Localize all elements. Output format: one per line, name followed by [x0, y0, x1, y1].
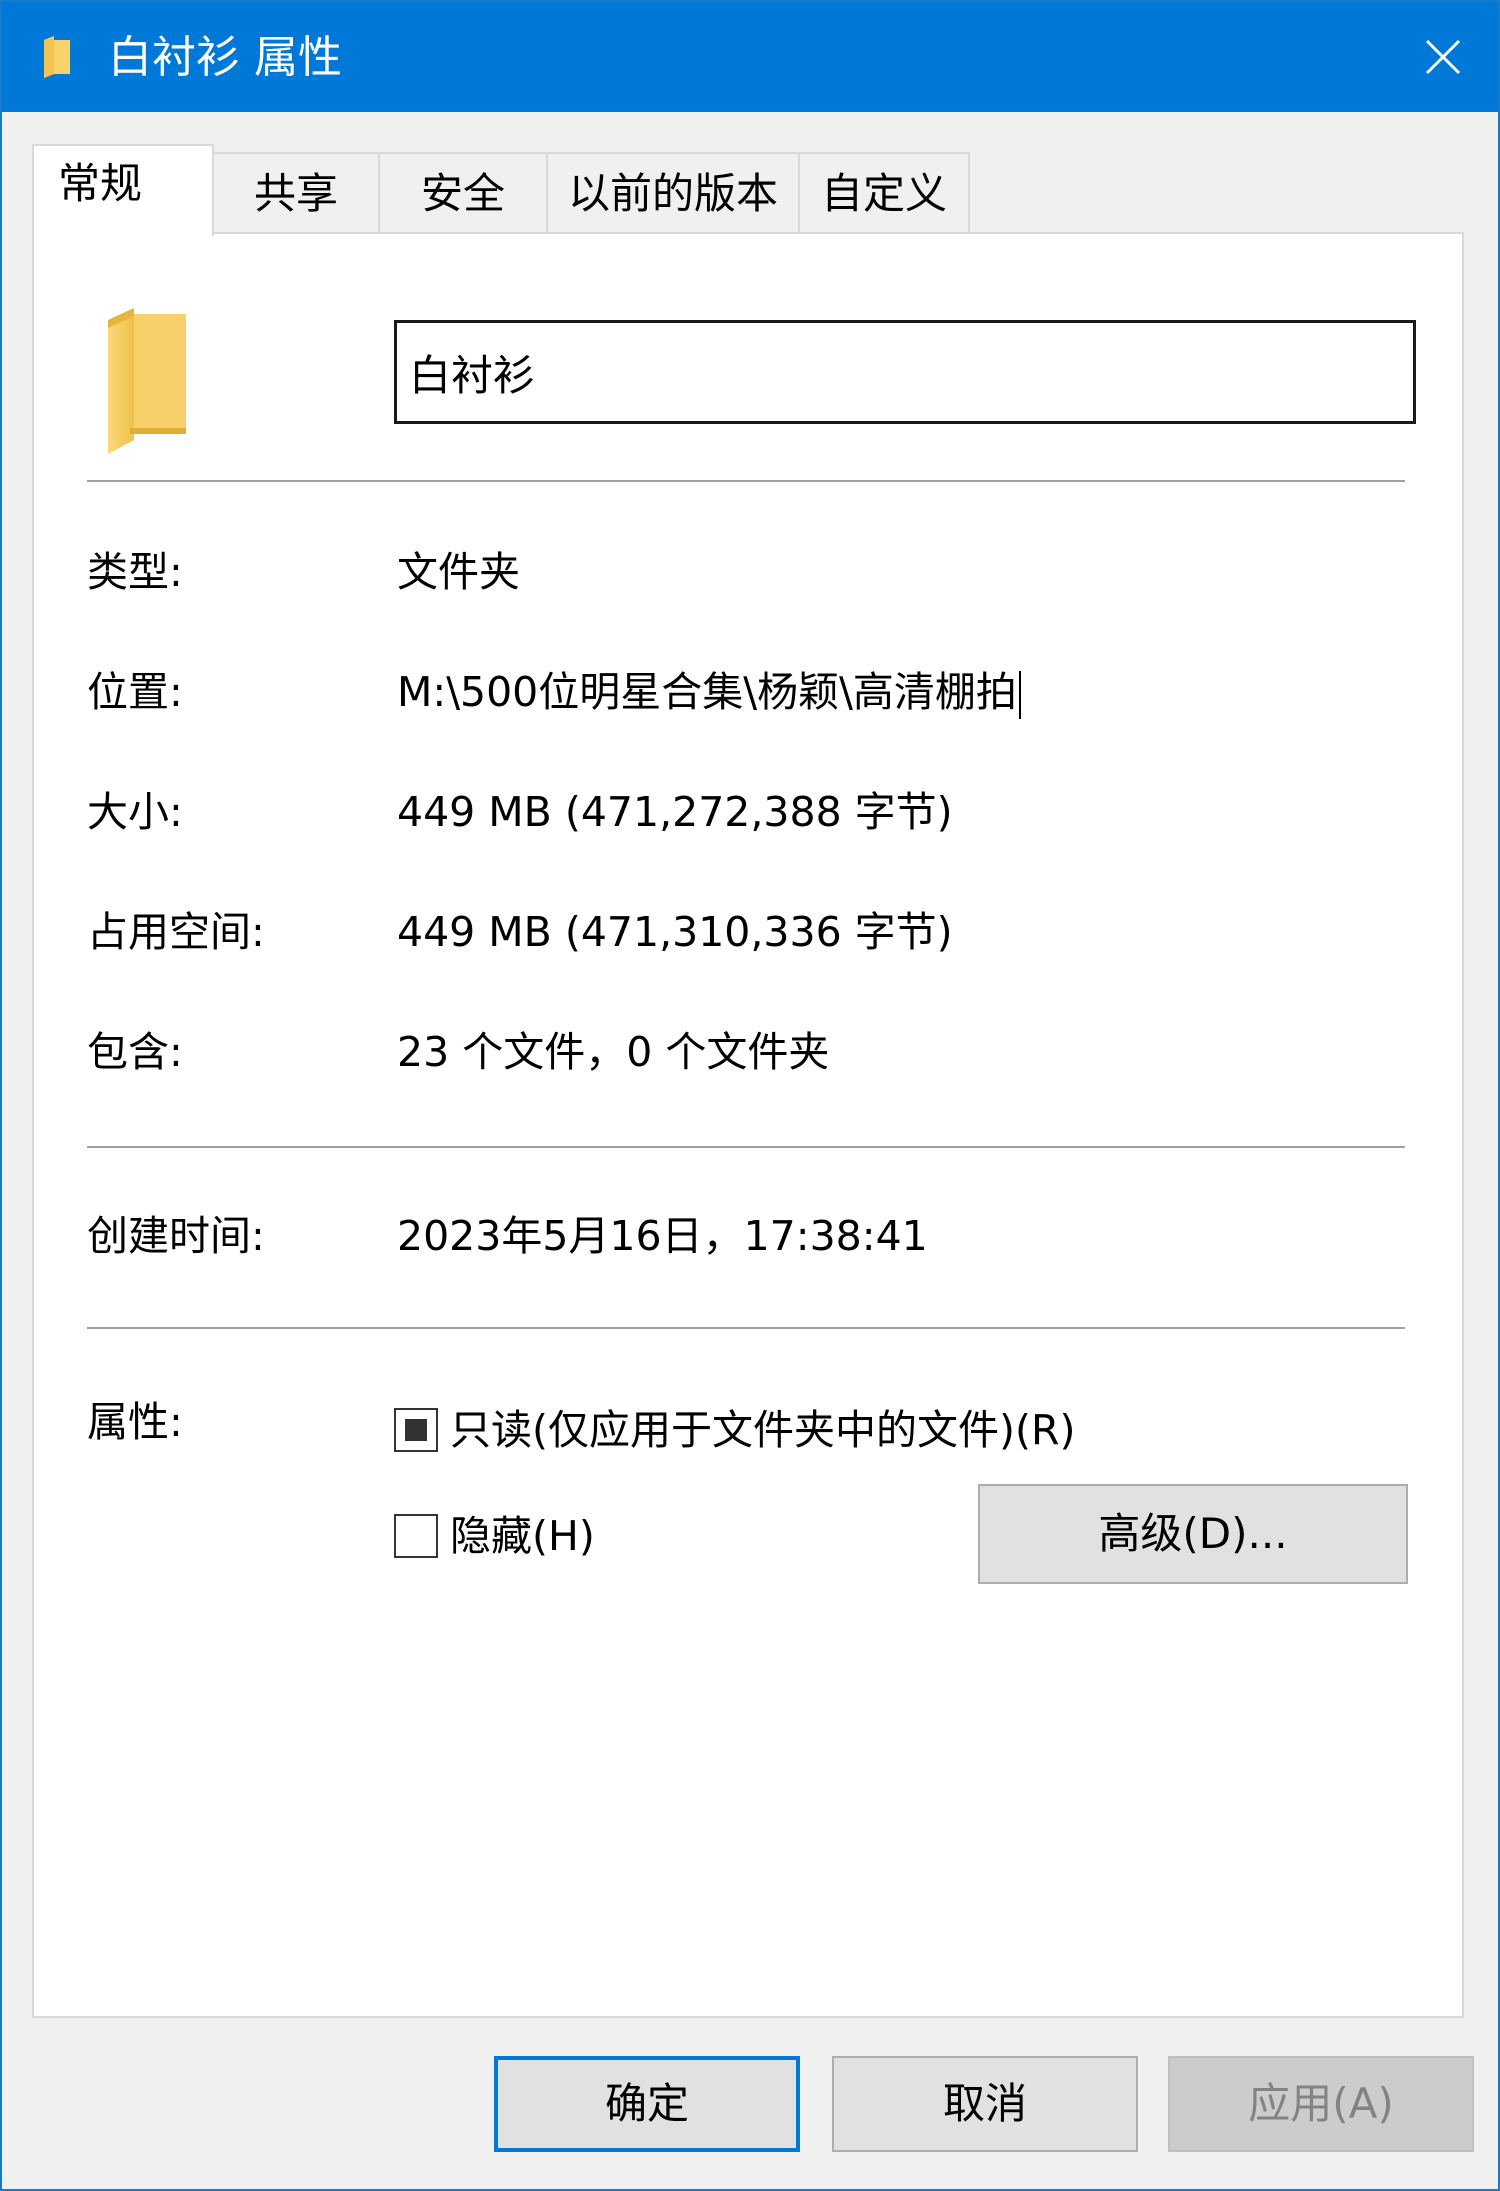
general-panel [32, 232, 1464, 2018]
folder-name-input[interactable] [394, 320, 1416, 424]
tab-sharing[interactable]: 共享 [212, 152, 380, 234]
created-value[interactable]: 2023年5月16日，17:38:41 [397, 1208, 928, 1264]
close-button[interactable] [1388, 2, 1498, 112]
separator [87, 480, 1405, 482]
contains-label: 包含: [87, 1028, 183, 1076]
hidden-label[interactable]: 隐藏(H) [450, 1508, 595, 1564]
tab-security[interactable]: 安全 [378, 152, 548, 234]
attributes-label: 属性: [87, 1398, 183, 1446]
properties-dialog: 白衬衫 属性 常规 共享 安全 以前的版本 自定义 类型: [0, 0, 1500, 2191]
type-value: 文件夹 [397, 548, 520, 596]
apply-button[interactable]: 应用(A) [1168, 2056, 1474, 2152]
contains-value[interactable]: 23 个文件，0 个文件夹 [397, 1024, 829, 1080]
indeterminate-mark [405, 1419, 427, 1441]
created-label: 创建时间: [87, 1212, 265, 1260]
window-title: 白衬衫 属性 [108, 32, 342, 83]
readonly-checkbox[interactable] [394, 1408, 438, 1452]
size-on-disk-label: 占用空间: [87, 908, 265, 956]
hidden-checkbox[interactable] [394, 1514, 438, 1558]
readonly-label[interactable]: 只读(仅应用于文件夹中的文件)(R) [450, 1402, 1075, 1458]
location-text[interactable]: M:\500位明星合集\杨颖\高清棚拍 [397, 668, 1017, 716]
title-bar[interactable]: 白衬衫 属性 [2, 2, 1498, 112]
location-value[interactable]: M:\500位明星合集\杨颖\高清棚拍 [397, 664, 1021, 720]
size-value[interactable]: 449 MB (471,272,388 字节) [397, 784, 953, 840]
tab-general[interactable]: 常规 [32, 144, 214, 236]
folder-large-icon [108, 308, 186, 454]
close-icon [1425, 39, 1461, 75]
advanced-button[interactable]: 高级(D)... [978, 1484, 1408, 1584]
size-on-disk-value[interactable]: 449 MB (471,310,336 字节) [397, 904, 953, 960]
tab-previous-versions[interactable]: 以前的版本 [546, 152, 800, 234]
size-label: 大小: [87, 788, 183, 836]
separator [87, 1146, 1405, 1148]
tab-customize[interactable]: 自定义 [798, 152, 970, 234]
folder-icon [44, 36, 70, 78]
type-label: 类型: [87, 548, 183, 596]
cancel-button[interactable]: 取消 [832, 2056, 1138, 2152]
separator [87, 1327, 1405, 1329]
text-caret [1018, 671, 1021, 719]
location-label: 位置: [87, 668, 183, 716]
ok-button[interactable]: 确定 [494, 2056, 800, 2152]
